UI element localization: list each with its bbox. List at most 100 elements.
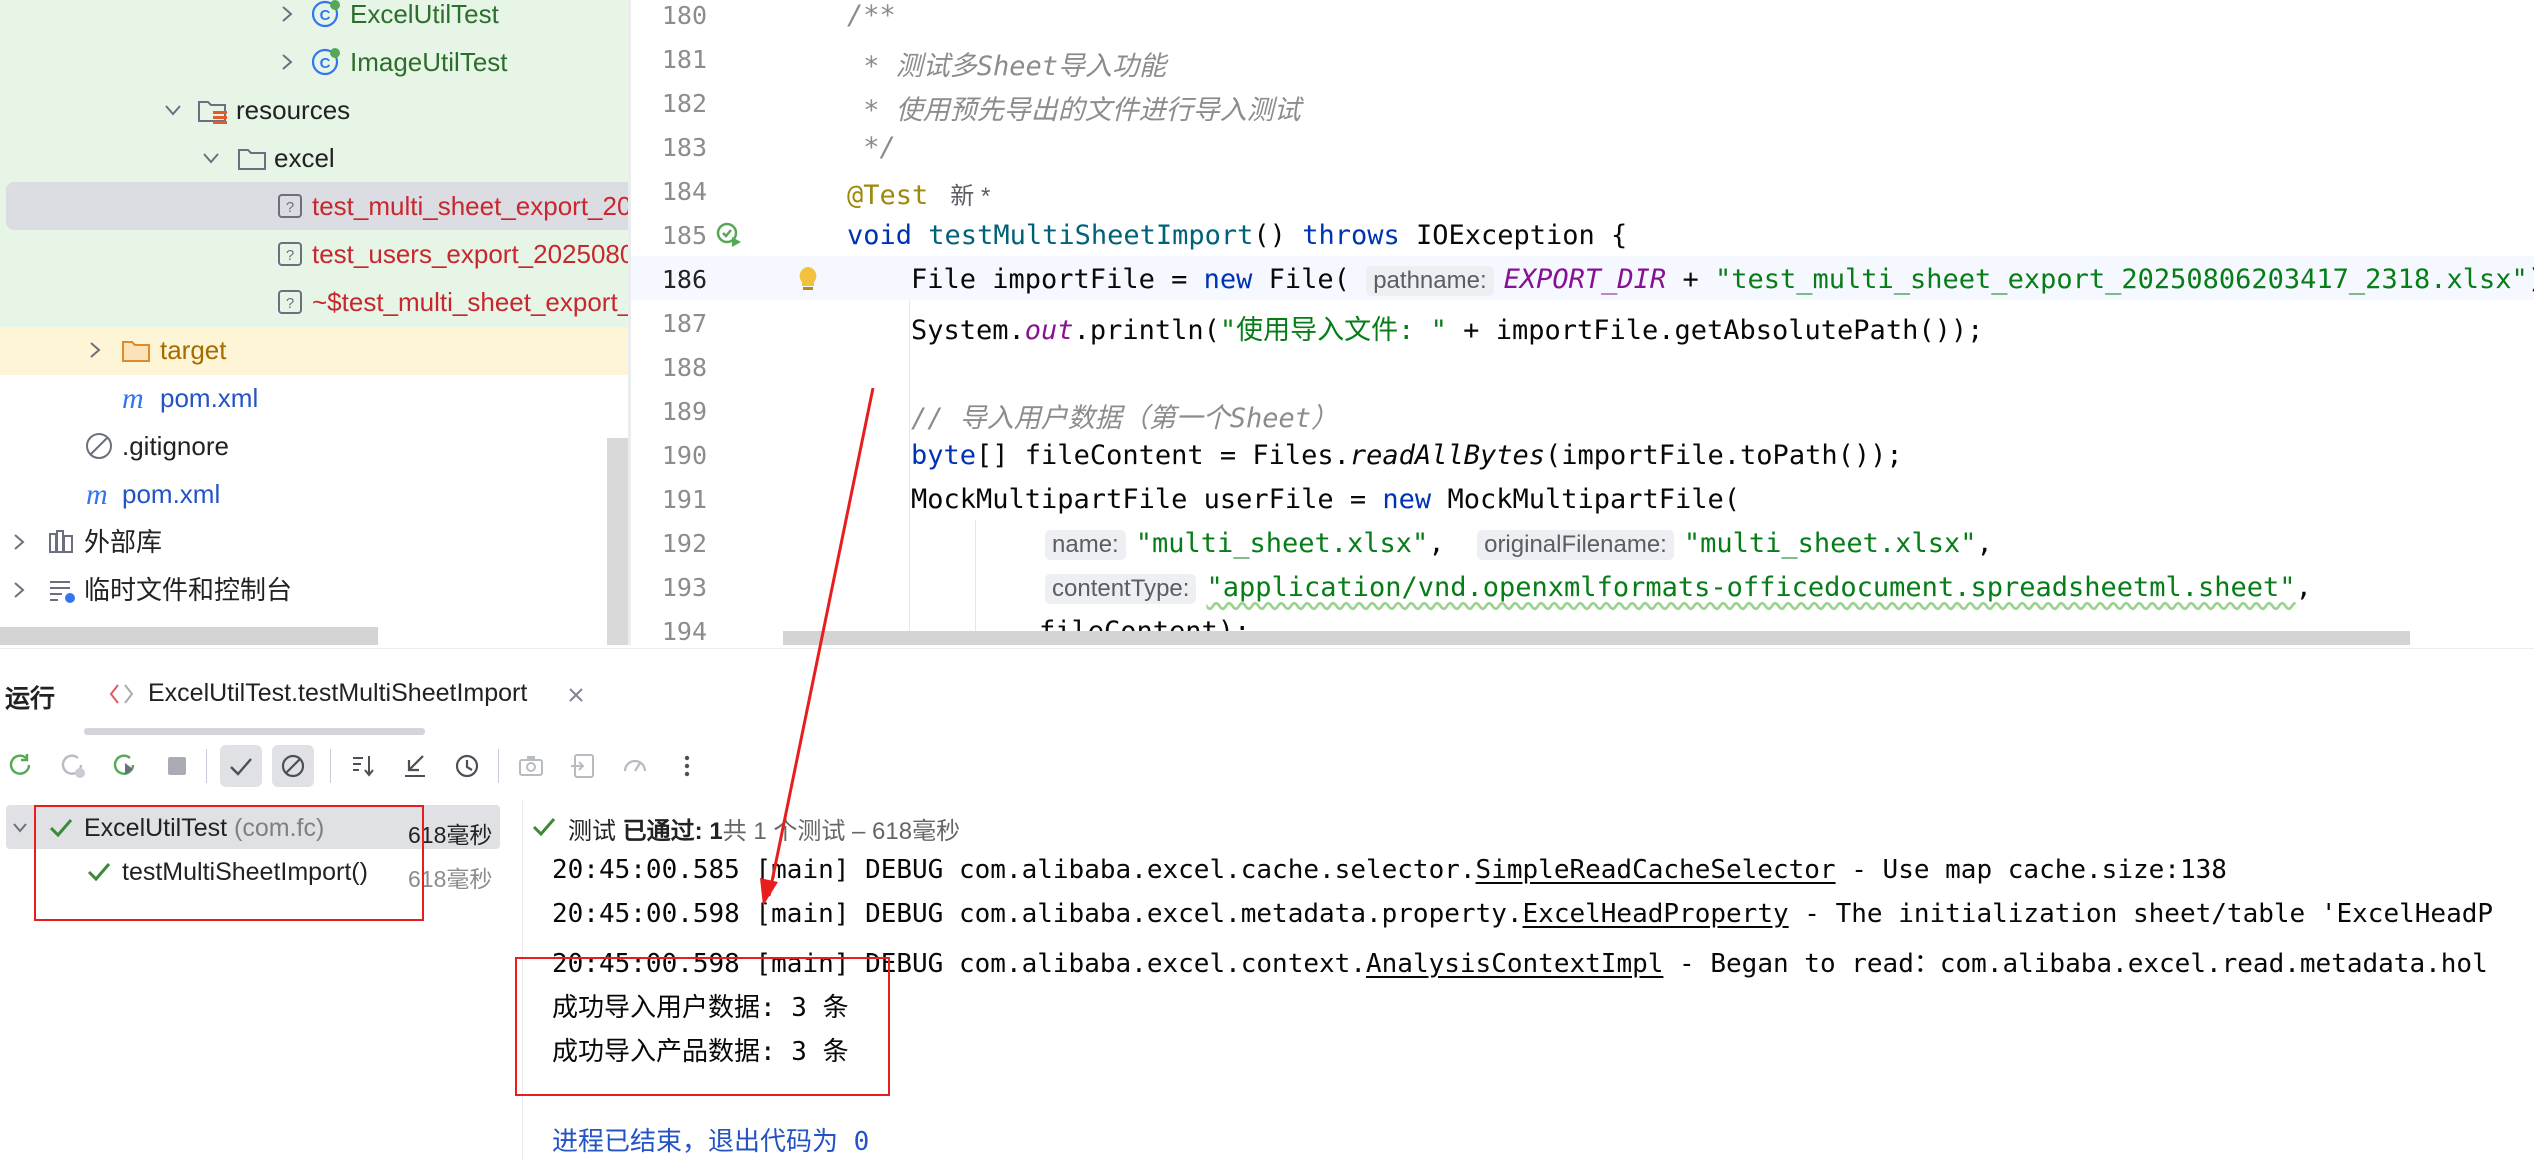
comment: * — [847, 95, 896, 126]
project-tree: C ExcelUtilTest C ImageUtilTest resource… — [0, 0, 628, 645]
line-number: 191 — [661, 485, 707, 514]
rerun-button[interactable] — [0, 745, 42, 787]
maven-icon: m — [86, 478, 108, 510]
code-line[interactable]: 191 MockMultipartFile userFile = new Moc… — [631, 476, 2534, 520]
code-text: , — [1976, 528, 1993, 559]
tree-item-external-libraries[interactable]: 外部库 — [0, 518, 628, 566]
svg-text:C: C — [320, 55, 331, 72]
tab-label: ExcelUtilTest.testMultiSheetImport — [148, 679, 528, 707]
unknown-file-icon: ? — [278, 290, 302, 314]
svg-text:?: ? — [286, 247, 294, 264]
annotation-box-console-result — [515, 957, 890, 1096]
keyword: void — [847, 220, 913, 251]
code-line[interactable]: 185 void testMultiSheetImport() throws I… — [631, 212, 2534, 256]
line-number: 190 — [661, 441, 707, 470]
screenshot-button[interactable] — [510, 745, 552, 787]
code-line[interactable]: 192 name: "multi_sheet.xlsx", originalFil… — [631, 520, 2534, 564]
checkmark-icon — [230, 758, 252, 776]
unknown-file-icon: ? — [278, 242, 302, 266]
log-text: 20:45:00.585 [main] DEBUG com.alibaba.ex… — [552, 855, 1476, 885]
import-tests-button[interactable] — [394, 745, 436, 787]
tree-item-resources[interactable]: resources — [0, 86, 628, 134]
unknown-file-icon: ? — [278, 194, 302, 218]
code-line[interactable]: 183 */ — [631, 124, 2534, 168]
tab-selection-indicator — [84, 728, 425, 735]
coverage-button[interactable] — [614, 745, 656, 787]
history-icon — [455, 754, 479, 778]
tree-item-label: 外部库 — [84, 527, 163, 557]
tree-item-excel[interactable]: excel — [0, 134, 628, 182]
code-text: , — [1428, 528, 1461, 559]
tree-item-imageutiltest[interactable]: C ImageUtilTest — [0, 38, 628, 86]
tree-item-excelutiltest[interactable]: C ExcelUtilTest — [0, 0, 628, 38]
tree-item-file[interactable]: ? test_users_export_20250806 — [0, 230, 628, 278]
tree-item-pom-root[interactable]: m pom.xml — [0, 470, 628, 518]
export-button[interactable] — [562, 745, 604, 787]
code-editor[interactable]: 180 /** 181 * 测试多Sheet导入功能 182 * 使用预先导出的… — [631, 0, 2534, 645]
show-passed-toggle[interactable] — [220, 745, 262, 787]
svg-text:?: ? — [286, 295, 294, 312]
code-line[interactable]: 184 @Test 新 * — [631, 168, 2534, 212]
code-text: ); — [2528, 264, 2534, 295]
chevron-right-icon[interactable] — [276, 51, 298, 73]
line-number: 185 — [661, 221, 707, 250]
history-button[interactable] — [446, 745, 488, 787]
export-icon — [571, 754, 594, 778]
annotation-box-test-tree — [34, 805, 424, 921]
more-button[interactable] — [666, 745, 708, 787]
author-hint[interactable]: 新 * — [950, 183, 990, 210]
code-line[interactable]: 182 * 使用预先导出的文件进行导入测试 — [631, 80, 2534, 126]
code-text: MockMultipartFile( — [1431, 484, 1741, 515]
log-class-link[interactable]: AnalysisContextImpl — [1366, 949, 1663, 979]
editor-horizontal-scrollbar[interactable] — [783, 631, 2410, 645]
excluded-folder-icon — [122, 341, 150, 362]
code-line-current[interactable]: 186 File importFile = new File( pathname… — [631, 256, 2534, 300]
code-line[interactable]: 187 System.out.println("使用导入文件: " + impo… — [631, 300, 2534, 346]
svg-text:m: m — [122, 382, 144, 414]
line-number: 181 — [661, 45, 707, 74]
test-config-icon — [109, 684, 134, 704]
tree-horizontal-scrollbar[interactable] — [0, 627, 378, 645]
code-line[interactable]: 189 // 导入用户数据（第一个Sheet） — [631, 388, 2534, 434]
tree-item-file[interactable]: ? ~$test_multi_sheet_export_ — [0, 278, 628, 326]
tab-run-configuration[interactable]: ExcelUtilTest.testMultiSheetImport — [108, 669, 608, 719]
tree-item-gitignore[interactable]: .gitignore — [0, 422, 628, 470]
code-line[interactable]: 181 * 测试多Sheet导入功能 — [631, 36, 2534, 82]
code-text: [] fileContent = Files. — [976, 440, 1350, 471]
tree-item-scratches[interactable]: 临时文件和控制台 — [0, 566, 628, 614]
code-line[interactable]: 188 — [631, 344, 2534, 388]
chevron-down-icon[interactable] — [10, 817, 30, 837]
rerun-auto-button[interactable] — [104, 745, 146, 787]
line-number: 193 — [661, 573, 707, 602]
line-number: 187 — [661, 309, 707, 338]
test-class-icon: C — [311, 48, 340, 76]
status-summary: 共 1 个测试 – 618毫秒 — [722, 818, 961, 845]
close-icon[interactable] — [566, 685, 586, 705]
code-line[interactable]: 193 contentType: "application/vnd.openxml… — [631, 564, 2534, 608]
annotation: @Test — [847, 180, 929, 211]
sort-button[interactable] — [342, 745, 384, 787]
rerun-failed-button[interactable] — [52, 745, 94, 787]
tree-item-file-selected[interactable]: ? test_multi_sheet_export_202 — [6, 182, 628, 230]
tree-item-target[interactable]: target — [0, 326, 628, 374]
lightbulb-icon[interactable] — [795, 264, 821, 294]
chevron-right-icon[interactable] — [84, 339, 106, 361]
log-class-link[interactable]: ExcelHeadProperty — [1523, 899, 1789, 929]
show-ignored-toggle[interactable] — [272, 745, 314, 787]
chevron-down-icon[interactable] — [162, 99, 184, 121]
stop-button[interactable] — [156, 745, 198, 787]
code-line[interactable]: 190 byte[] fileContent = Files.readAllBy… — [631, 432, 2534, 476]
run-test-gutter-icon[interactable] — [714, 220, 744, 250]
chevron-right-icon[interactable] — [276, 3, 298, 25]
chevron-down-icon[interactable] — [200, 147, 222, 169]
code-line[interactable]: 180 /** — [631, 0, 2534, 36]
method-name: testMultiSheetImport — [928, 220, 1254, 251]
tree-item-pom[interactable]: m pom.xml — [0, 374, 628, 422]
test-status-bar: 测试 已通过: 1共 1 个测试 – 618毫秒 — [532, 811, 960, 846]
static-field: out — [1024, 315, 1074, 346]
chevron-right-icon[interactable] — [8, 531, 30, 553]
log-class-link[interactable]: SimpleReadCacheSelector — [1476, 855, 1836, 885]
chevron-right-icon[interactable] — [8, 579, 30, 601]
tree-vertical-scrollbar[interactable] — [607, 438, 628, 645]
library-icon — [49, 530, 73, 553]
